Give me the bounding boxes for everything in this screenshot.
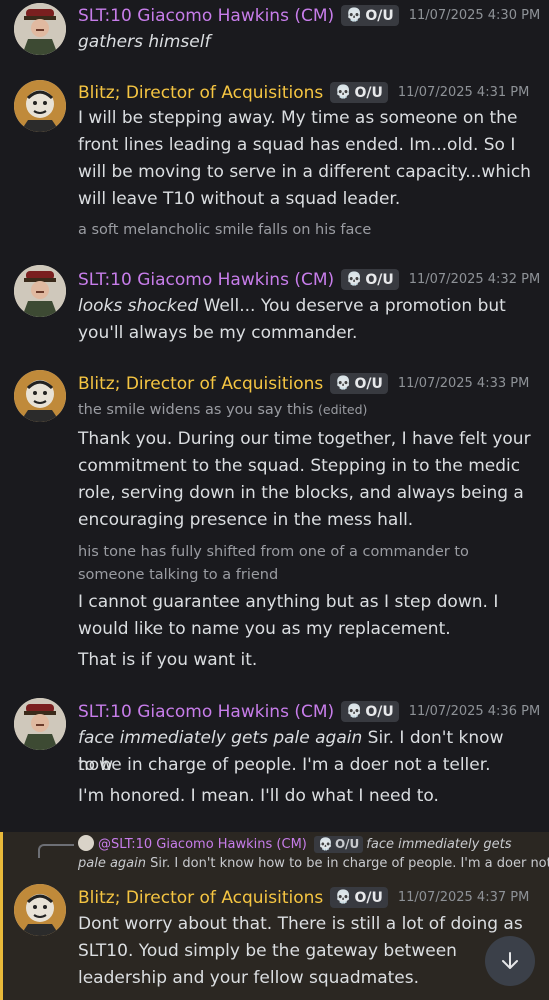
role-tag-label: O/U <box>354 889 383 906</box>
role-tag[interactable]: 💀 O/U <box>330 373 388 394</box>
skull-icon: 💀 <box>346 8 363 23</box>
message-text: I will be stepping away. My time as some… <box>78 108 518 128</box>
role-tag[interactable]: 💀 O/U <box>341 701 399 722</box>
timestamp: 11/07/2025 4:36 PM <box>408 704 541 719</box>
role-tag-label: O/U <box>354 84 383 101</box>
role-tag: 💀 O/U <box>314 836 364 853</box>
role-tag-label: O/U <box>365 7 394 24</box>
avatar-blitz[interactable] <box>14 370 66 422</box>
author-name[interactable]: Blitz; Director of Acquisitions <box>78 374 323 394</box>
timestamp: 11/07/2025 4:31 PM <box>397 85 530 100</box>
message-text: his tone has fully shifted from one of a… <box>78 544 469 560</box>
avatar-giacomo[interactable] <box>14 3 66 55</box>
message-text: a soft melancholic smile falls on his fa… <box>78 222 372 238</box>
role-tag[interactable]: 💀 O/U <box>330 82 388 103</box>
message-text: you'll always be my commander. <box>78 323 358 343</box>
role-tag[interactable]: 💀 O/U <box>341 5 399 26</box>
skull-icon: 💀 <box>335 85 352 100</box>
arrow-down-icon <box>502 952 518 969</box>
avatar-giacomo[interactable] <box>14 265 66 317</box>
reply-avatar <box>78 835 94 851</box>
reply-author: @SLT:10 Giacomo Hawkins (CM) <box>98 837 307 852</box>
jump-to-bottom-button[interactable] <box>485 936 535 986</box>
message-text-span: Well... You deserve a promotion but <box>198 296 506 316</box>
author-name[interactable]: SLT:10 Giacomo Hawkins (CM) <box>78 702 334 722</box>
author-name[interactable]: SLT:10 Giacomo Hawkins (CM) <box>78 270 334 290</box>
message-text: I'm honored. I mean. I'll do what I need… <box>78 786 439 806</box>
avatar-giacomo[interactable] <box>14 698 66 750</box>
message-text: role, serving down in the blocks, and al… <box>78 483 524 503</box>
message-text: will be moving to serve in a different c… <box>78 162 531 182</box>
edited-label: (edited) <box>318 402 368 417</box>
message-text-span: the smile widens as you say this <box>78 402 314 418</box>
role-tag-label: O/U <box>334 837 360 851</box>
italic-action: looks shocked <box>78 296 199 316</box>
skull-icon: 💀 <box>335 376 352 391</box>
avatar-blitz[interactable] <box>14 884 66 936</box>
timestamp: 11/07/2025 4:30 PM <box>408 8 541 23</box>
italic-action: face immediately gets pale again <box>78 728 363 748</box>
role-tag-label: O/U <box>365 271 394 288</box>
skull-icon: 💀 <box>335 890 352 905</box>
author-name[interactable]: SLT:10 Giacomo Hawkins (CM) <box>78 6 334 26</box>
timestamp: 11/07/2025 4:32 PM <box>408 272 541 287</box>
role-tag[interactable]: 💀 O/U <box>330 887 388 908</box>
message-text: Thank you. During our time together, I h… <box>78 429 531 449</box>
message-text: That is if you want it. <box>78 650 258 670</box>
message-text: the smile widens as you say this (edited… <box>78 399 538 421</box>
role-tag[interactable]: 💀 O/U <box>341 269 399 290</box>
message-text: would like to name you as my replacement… <box>78 619 451 639</box>
timestamp: 11/07/2025 4:33 PM <box>397 376 530 391</box>
reply-preview: face immediately gets <box>366 837 512 852</box>
message-text: SLT10. Youd simply be the gateway betwee… <box>78 941 457 961</box>
message-text: commitment to the squad. Stepping in to … <box>78 456 521 476</box>
message-feed: SLT:10 Giacomo Hawkins (CM) 💀 O/U 11/07/2… <box>0 0 549 1000</box>
role-tag-label: O/U <box>365 703 394 720</box>
message-text: encouraging presence in the mess hall. <box>78 510 414 530</box>
message-text: leadership and your fellow squadmates. <box>78 968 419 988</box>
message-text: to be in charge of people. I'm a doer no… <box>78 755 491 775</box>
author-name[interactable]: Blitz; Director of Acquisitions <box>78 83 323 103</box>
message-text: looks shocked Well... You deserve a prom… <box>78 293 538 320</box>
avatar-blitz[interactable] <box>14 80 66 132</box>
message-text: I cannot guarantee anything but as I ste… <box>78 592 499 612</box>
skull-icon: 💀 <box>346 704 363 719</box>
message-text: front lines leading a squad has ended. I… <box>78 135 516 155</box>
message-text: Dont worry about that. There is still a … <box>78 914 523 934</box>
reply-preview: pale again <box>78 856 146 871</box>
message-text: gathers himself <box>78 32 211 52</box>
role-tag-label: O/U <box>354 375 383 392</box>
reply-preview: Sir. I don't know how to be in charge of… <box>146 856 549 871</box>
reply-connector <box>38 844 74 858</box>
skull-icon: 💀 <box>318 837 333 851</box>
message-text: someone talking to a friend <box>78 567 279 583</box>
message-text: will leave T10 without a squad leader. <box>78 189 401 209</box>
skull-icon: 💀 <box>346 272 363 287</box>
timestamp: 11/07/2025 4:37 PM <box>397 890 530 905</box>
author-name[interactable]: Blitz; Director of Acquisitions <box>78 888 323 908</box>
reply-reference[interactable]: @SLT:10 Giacomo Hawkins (CM) 💀 O/U face im… <box>78 835 549 873</box>
